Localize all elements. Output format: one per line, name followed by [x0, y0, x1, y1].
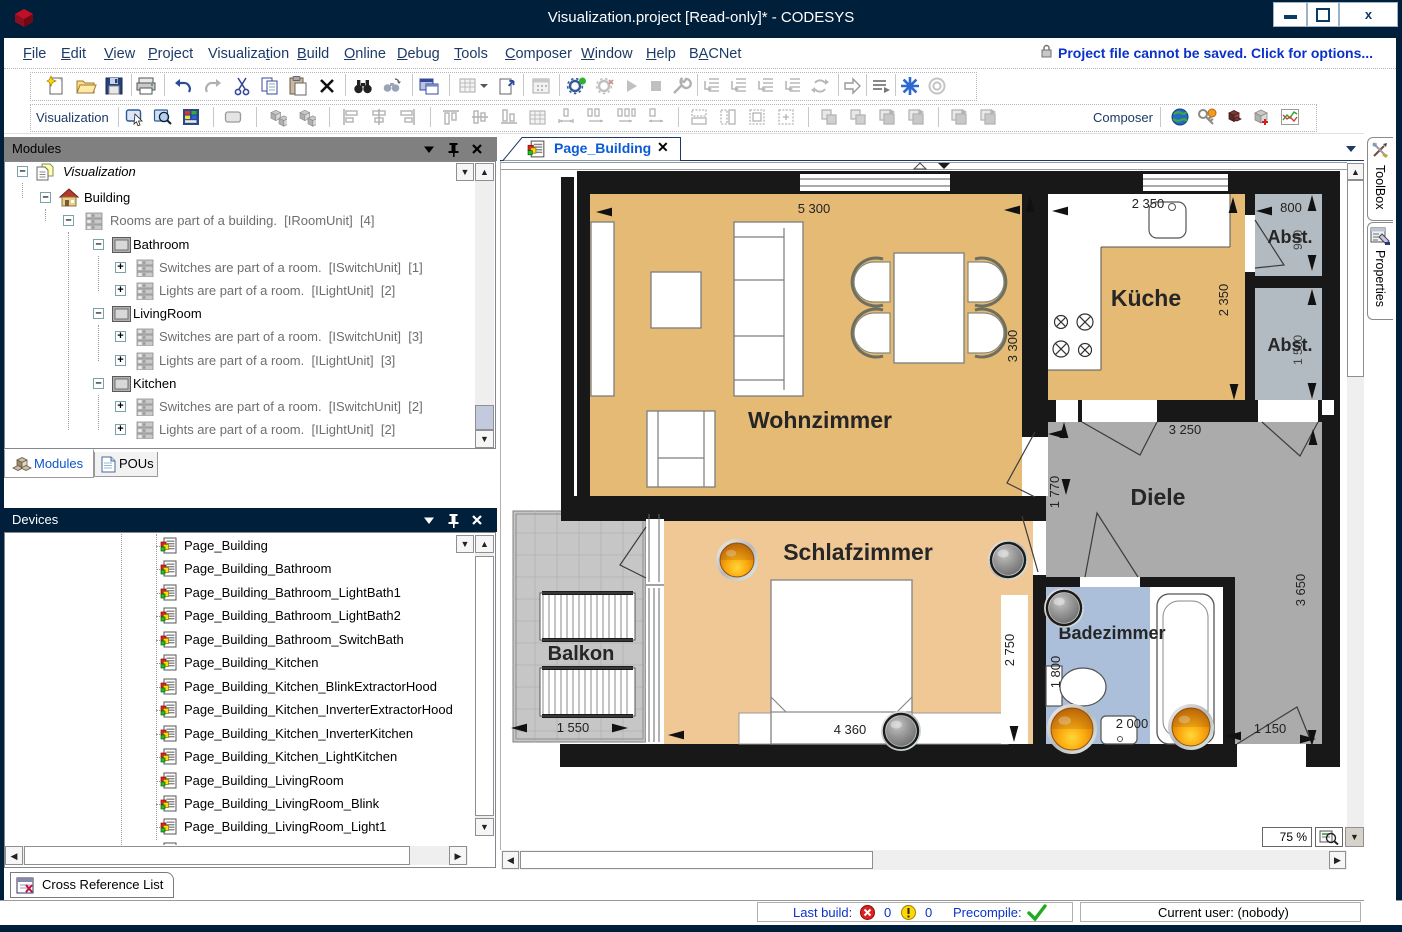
svg-text:Abst.: Abst.: [1268, 227, 1313, 247]
svg-text:Abst.: Abst.: [1268, 335, 1313, 355]
svg-text:4 360: 4 360: [834, 722, 867, 737]
svg-text:1 770: 1 770: [1047, 476, 1062, 509]
svg-text:1 550: 1 550: [557, 720, 590, 735]
svg-text:2 000: 2 000: [1116, 716, 1149, 731]
svg-text:5 300: 5 300: [798, 201, 831, 216]
svg-text:2 750: 2 750: [1002, 634, 1017, 667]
svg-text:1 150: 1 150: [1254, 721, 1287, 736]
svg-text:2 350: 2 350: [1132, 196, 1165, 211]
svg-text:3 650: 3 650: [1293, 574, 1308, 607]
svg-text:Küche: Küche: [1111, 285, 1181, 311]
svg-text:3 250: 3 250: [1169, 422, 1202, 437]
svg-text:Balkon: Balkon: [548, 643, 615, 665]
svg-text:1 800: 1 800: [1048, 656, 1063, 689]
svg-text:800: 800: [1280, 200, 1302, 215]
svg-text:3 300: 3 300: [1005, 330, 1020, 363]
svg-text:Badezimmer: Badezimmer: [1058, 623, 1165, 643]
svg-text:Diele: Diele: [1131, 484, 1186, 510]
svg-text:2 350: 2 350: [1216, 284, 1231, 317]
svg-text:Wohnzimmer: Wohnzimmer: [748, 407, 892, 433]
svg-text:Schlafzimmer: Schlafzimmer: [783, 539, 933, 565]
